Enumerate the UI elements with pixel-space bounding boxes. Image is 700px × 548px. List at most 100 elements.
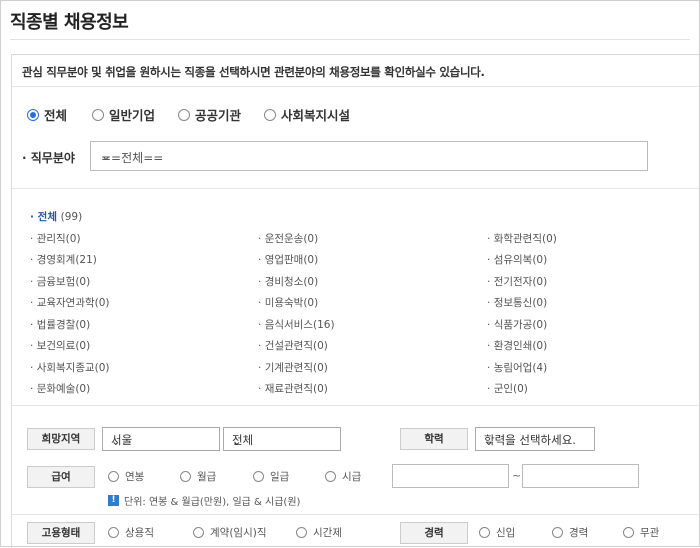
chevron-down-icon: ⌄: [111, 434, 121, 448]
divider: [12, 514, 699, 515]
category-item[interactable]: · 화학관련직(0): [487, 231, 557, 246]
education-select[interactable]: 학력을 선택하세요. ⌄: [475, 427, 595, 451]
radio-label: 연봉: [125, 471, 145, 483]
category-label: 음식서비스(16): [264, 319, 335, 331]
education-label: 학력: [400, 428, 468, 450]
range-separator: ~: [512, 469, 522, 482]
category-item[interactable]: · 보건의료(0): [30, 338, 90, 353]
radio-label: 시간제: [313, 527, 342, 539]
category-item[interactable]: · 정보통신(0): [487, 295, 547, 310]
field-label-text: 직무분야: [30, 151, 75, 165]
field-select[interactable]: ==전체== ⌄: [90, 141, 648, 171]
radio-circle: [552, 527, 563, 538]
category-label: 재료관련직(0): [264, 383, 328, 395]
radio-label: 공공기관: [195, 108, 242, 123]
category-label: 문화예술(0): [36, 383, 91, 395]
category-label: 식품가공(0): [493, 319, 548, 331]
radio-org-all[interactable]: 전체: [27, 105, 67, 124]
radio-label: 시급: [342, 471, 362, 483]
radio-circle: [193, 527, 204, 538]
category-item[interactable]: · 군인(0): [487, 381, 528, 396]
category-item[interactable]: · 전기전자(0): [487, 274, 547, 289]
radio-employment-regular[interactable]: 상용직: [108, 525, 154, 540]
radio-circle: [623, 527, 634, 538]
category-item[interactable]: · 기계관련직(0): [258, 360, 328, 375]
title-divider: [10, 39, 690, 40]
radio-org-public[interactable]: 공공기관: [178, 105, 241, 124]
region-district-select[interactable]: 전체 ⌄: [223, 427, 341, 451]
category-item[interactable]: · 식품가공(0): [487, 317, 547, 332]
category-item[interactable]: · 경영회계(21): [30, 252, 97, 267]
radio-label: 일반기업: [109, 108, 156, 123]
radio-circle: [92, 108, 104, 121]
chevron-down-icon: ⌄: [484, 434, 494, 448]
category-item[interactable]: · 사회복지종교(0): [30, 360, 110, 375]
region-label: 희망지역: [27, 428, 95, 450]
category-label: 사회복지종교(0): [36, 362, 110, 374]
category-item[interactable]: · 경비청소(0): [258, 274, 318, 289]
category-label: 화학관련직(0): [493, 233, 557, 245]
category-item[interactable]: · 교육자연과학(0): [30, 295, 110, 310]
radio-circle: [325, 471, 336, 482]
radio-label: 일급: [270, 471, 290, 483]
radio-label: 신입: [496, 527, 516, 539]
category-item[interactable]: · 영업판매(0): [258, 252, 318, 267]
radio-salary-annual[interactable]: 연봉: [108, 469, 144, 484]
category-item[interactable]: · 섬유의복(0): [487, 252, 547, 267]
category-item[interactable]: · 관리직(0): [30, 231, 81, 246]
category-count: (99): [60, 211, 83, 223]
radio-org-welfare[interactable]: 사회복지시설: [264, 105, 350, 124]
radio-career-any[interactable]: 무관: [623, 525, 659, 540]
radio-employment-parttime[interactable]: 시간제: [296, 525, 342, 540]
category-item[interactable]: · 환경인쇄(0): [487, 338, 547, 353]
category-item[interactable]: · 미용숙박(0): [258, 295, 318, 310]
category-label: 미용숙박(0): [264, 297, 319, 309]
category-label: 농림어업(4): [493, 362, 548, 374]
salary-max-input[interactable]: [522, 464, 639, 488]
page-title: 직종별 채용정보: [10, 12, 129, 33]
category-label: 정보통신(0): [493, 297, 548, 309]
radio-label: 사회복지시설: [281, 108, 351, 123]
field-label: · 직무분야: [22, 151, 75, 165]
notice-bar: 관심 직무분야 및 취업을 원하시는 직종을 선택하시면 관련분야의 채용정보를…: [12, 55, 699, 87]
category-item[interactable]: · 금융보험(0): [30, 274, 90, 289]
category-item[interactable]: · 재료관련직(0): [258, 381, 328, 396]
radio-salary-monthly[interactable]: 월급: [180, 469, 216, 484]
radio-career-experienced[interactable]: 경력: [552, 525, 588, 540]
employment-label: 고용형태: [27, 522, 95, 544]
salary-hint: ! 단위: 연봉 & 월급(만원), 일급 & 시급(원): [108, 493, 300, 508]
category-label: 관리직(0): [36, 233, 81, 245]
radio-label: 계약(임시)직: [210, 527, 267, 539]
radio-circle: [296, 527, 307, 538]
category-label: 교육자연과학(0): [36, 297, 110, 309]
category-item[interactable]: · 음식서비스(16): [258, 317, 335, 332]
career-label: 경력: [400, 522, 468, 544]
radio-career-new[interactable]: 신입: [479, 525, 515, 540]
chevron-down-icon: ⌄: [101, 149, 112, 163]
category-label: 법률경찰(0): [36, 319, 91, 331]
radio-employment-contract[interactable]: 계약(임시)직: [193, 525, 267, 540]
category-item[interactable]: · 법률경찰(0): [30, 317, 90, 332]
salary-min-input[interactable]: [392, 464, 509, 488]
radio-circle: [180, 471, 191, 482]
radio-org-company[interactable]: 일반기업: [92, 105, 155, 124]
category-all[interactable]: · 전체 (99): [30, 209, 82, 224]
radio-circle: [253, 471, 264, 482]
region-city-select[interactable]: 서울 ⌄: [102, 427, 220, 451]
radio-salary-daily[interactable]: 일급: [253, 469, 289, 484]
radio-circle: [108, 471, 119, 482]
radio-circle: [479, 527, 490, 538]
radio-label: 전체: [44, 108, 68, 123]
category-item[interactable]: · 문화예술(0): [30, 381, 90, 396]
category-item[interactable]: · 건설관련직(0): [258, 338, 328, 353]
radio-circle: [178, 108, 190, 121]
info-icon: !: [108, 495, 119, 506]
category-label: 섬유의복(0): [493, 254, 548, 266]
category-item[interactable]: · 농림어업(4): [487, 360, 547, 375]
radio-salary-hourly[interactable]: 시급: [325, 469, 361, 484]
category-label: 환경인쇄(0): [493, 340, 548, 352]
category-item[interactable]: · 운전운송(0): [258, 231, 318, 246]
divider: [12, 405, 699, 406]
category-label: 경비청소(0): [264, 276, 319, 288]
category-label: 전기전자(0): [493, 276, 548, 288]
